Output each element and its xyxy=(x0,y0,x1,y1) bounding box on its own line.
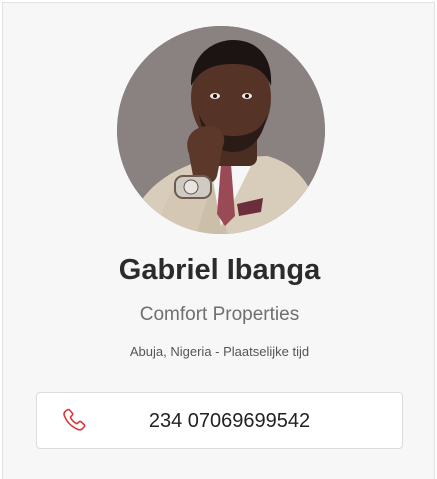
avatar xyxy=(117,26,325,234)
agent-location: Abuja, Nigeria - Plaatselijke tijd xyxy=(129,344,310,359)
agent-card: Gabriel Ibanga Comfort Properties Abuja,… xyxy=(2,2,435,479)
phone-number: 234 07069699542 xyxy=(148,410,311,432)
company-name: Comfort Properties xyxy=(139,304,300,325)
phone-call-button[interactable]: 234 07069699542 xyxy=(36,392,403,449)
profile-photo-icon xyxy=(117,26,325,234)
agent-name: Gabriel Ibanga xyxy=(118,254,321,286)
